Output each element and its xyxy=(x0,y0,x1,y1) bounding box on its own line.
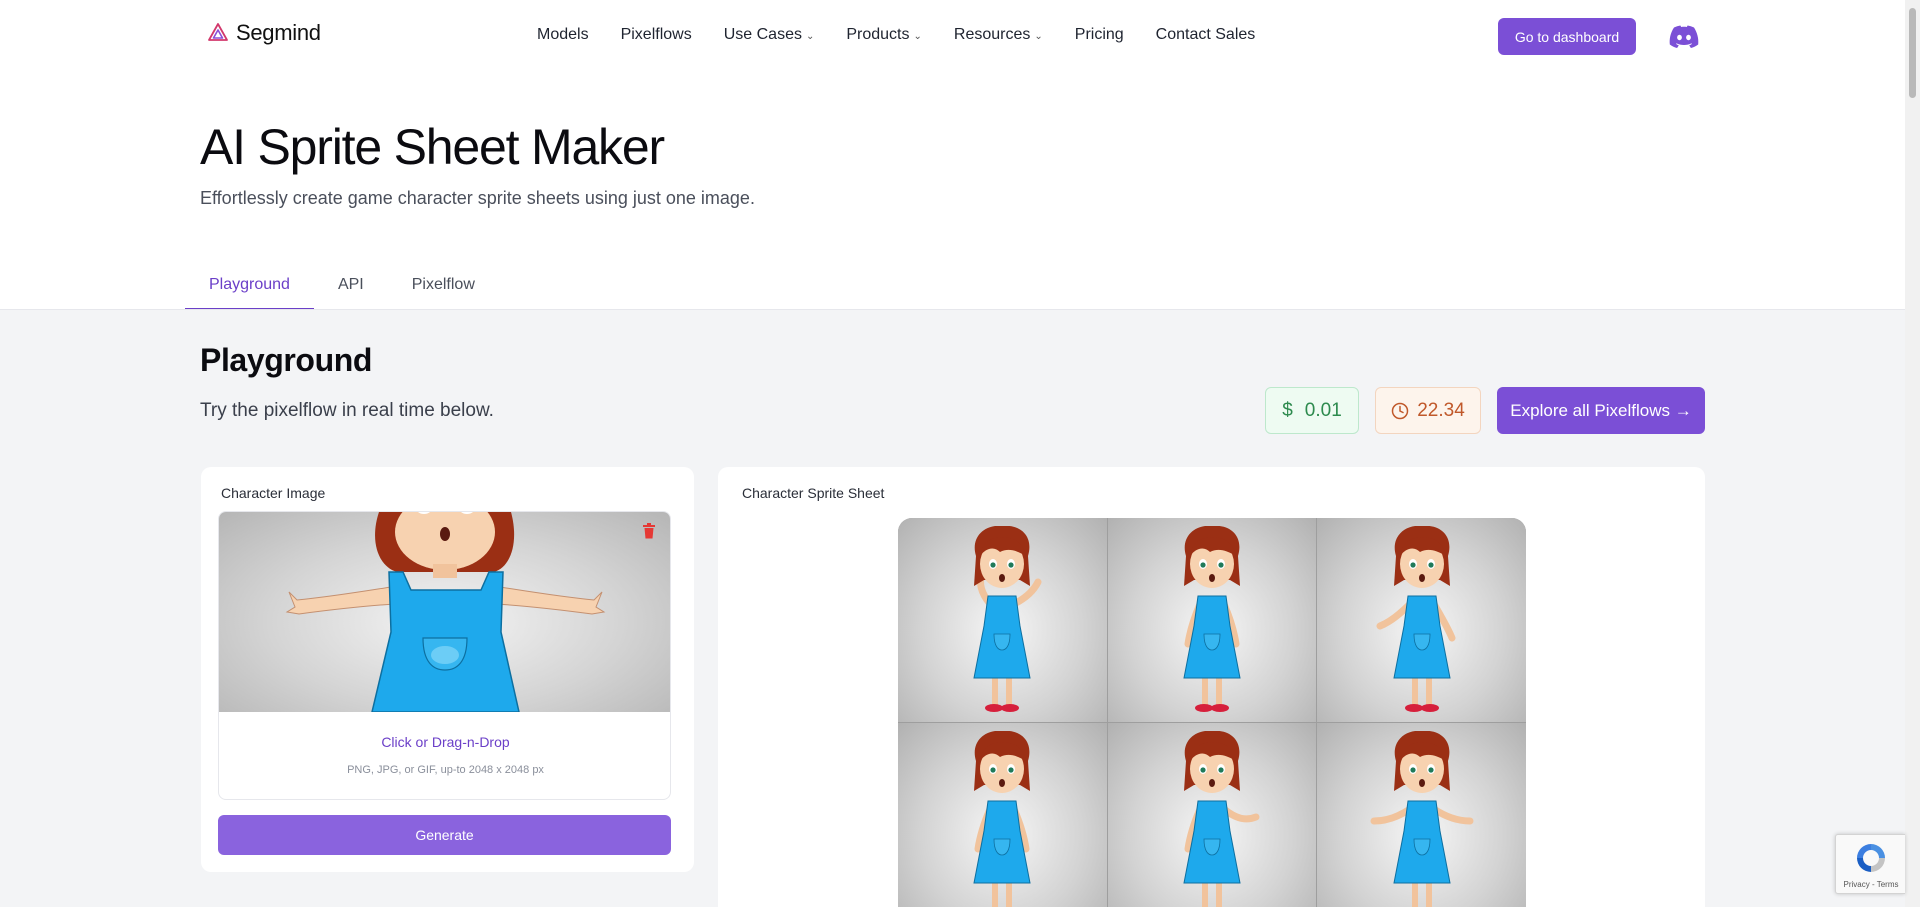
cost-value: 0.01 xyxy=(1304,399,1342,421)
sprite-cell xyxy=(898,723,1107,907)
output-card: Character Sprite Sheet xyxy=(718,467,1705,907)
nav-link-pricing[interactable]: Pricing xyxy=(1075,26,1124,44)
playground-subtitle: Try the pixelflow in real time below. xyxy=(200,400,494,421)
tab-api[interactable]: API xyxy=(314,270,388,310)
scroll-thumb[interactable] xyxy=(1909,8,1916,98)
nav-links: Models Pixelflows Use Cases ⌄ Products ⌄ R… xyxy=(537,26,1255,44)
segmind-logo-icon xyxy=(208,23,228,41)
page-scrollbar[interactable] xyxy=(1905,0,1920,907)
delete-icon[interactable] xyxy=(642,523,656,539)
tab-bar: Playground API Pixelflow xyxy=(185,270,499,310)
nav-label: Contact Sales xyxy=(1155,26,1256,43)
nav-link-resources[interactable]: Resources ⌄ xyxy=(954,26,1043,44)
sprite-sheet xyxy=(898,518,1526,907)
cost-badge: $ 0.01 xyxy=(1265,387,1359,434)
sprite-character xyxy=(1183,731,1260,907)
page-subtitle: Effortlessly create game character sprit… xyxy=(200,188,755,208)
recaptcha-icon xyxy=(1857,844,1885,872)
chevron-down-icon: ⌄ xyxy=(805,30,815,42)
uploaded-image-preview xyxy=(219,512,670,712)
recaptcha-badge[interactable]: Privacy - Terms xyxy=(1835,834,1905,894)
nav-link-contact-sales[interactable]: Contact Sales xyxy=(1156,26,1256,44)
nav-link-pixelflows[interactable]: Pixelflows xyxy=(621,26,692,44)
output-label: Character Sprite Sheet xyxy=(742,485,885,501)
top-nav: Segmind Models Pixelflows Use Cases ⌄ Pro… xyxy=(0,0,1905,72)
sprite-cell xyxy=(1107,518,1317,722)
logo-text: Segmind xyxy=(236,20,321,45)
tab-playground[interactable]: Playground xyxy=(185,270,314,310)
nav-label: Pixelflows xyxy=(620,26,692,43)
sprite-cell xyxy=(898,518,1107,722)
sprite-character xyxy=(973,731,1031,907)
chevron-down-icon: ⌄ xyxy=(1034,30,1043,42)
sprite-character xyxy=(1183,526,1241,712)
playground-title: Playground xyxy=(200,342,373,378)
input-card: Character Image Click or Drag-n-Drop PNG… xyxy=(201,467,694,872)
character-image xyxy=(285,512,606,712)
clock-icon xyxy=(1391,402,1409,419)
sprite-character xyxy=(973,526,1042,712)
nav-label: Use Cases xyxy=(723,26,802,43)
nav-label: Resources xyxy=(953,26,1031,43)
nav-link-use-cases[interactable]: Use Cases ⌄ xyxy=(724,26,815,44)
input-label: Character Image xyxy=(221,485,326,501)
chevron-down-icon: ⌄ xyxy=(913,30,922,42)
time-value: 22.34 xyxy=(1417,399,1465,421)
discord-icon[interactable] xyxy=(1669,24,1699,48)
nav-link-products[interactable]: Products ⌄ xyxy=(846,26,922,44)
tab-pixelflow[interactable]: Pixelflow xyxy=(388,270,499,310)
dollar-icon: $ xyxy=(1282,399,1293,421)
explore-pixelflows-button[interactable]: Explore all Pixelflows → xyxy=(1497,387,1705,434)
sprite-cell xyxy=(1317,518,1526,722)
sprite-cell xyxy=(1317,723,1526,907)
nav-link-models[interactable]: Models xyxy=(537,26,589,44)
sprite-character xyxy=(1370,731,1474,907)
nav-label: Models xyxy=(537,26,589,43)
nav-label: Pricing xyxy=(1074,26,1124,43)
sprite-character xyxy=(1376,526,1456,712)
nav-label: Products xyxy=(846,26,910,43)
generate-button[interactable]: Generate xyxy=(218,815,671,855)
image-dropzone[interactable]: Click or Drag-n-Drop PNG, JPG, or GIF, u… xyxy=(218,511,671,800)
upload-cta[interactable]: Click or Drag-n-Drop xyxy=(219,734,670,750)
go-to-dashboard-button[interactable]: Go to dashboard xyxy=(1498,18,1636,55)
recaptcha-text: Privacy - Terms xyxy=(1843,880,1899,889)
upload-hint: PNG, JPG, or GIF, up-to 2048 x 2048 px xyxy=(347,764,544,776)
sprite-cell xyxy=(1107,723,1317,907)
page-title: AI Sprite Sheet Maker xyxy=(200,119,665,175)
logo[interactable]: Segmind xyxy=(206,20,321,46)
time-badge: 22.34 xyxy=(1375,387,1481,434)
